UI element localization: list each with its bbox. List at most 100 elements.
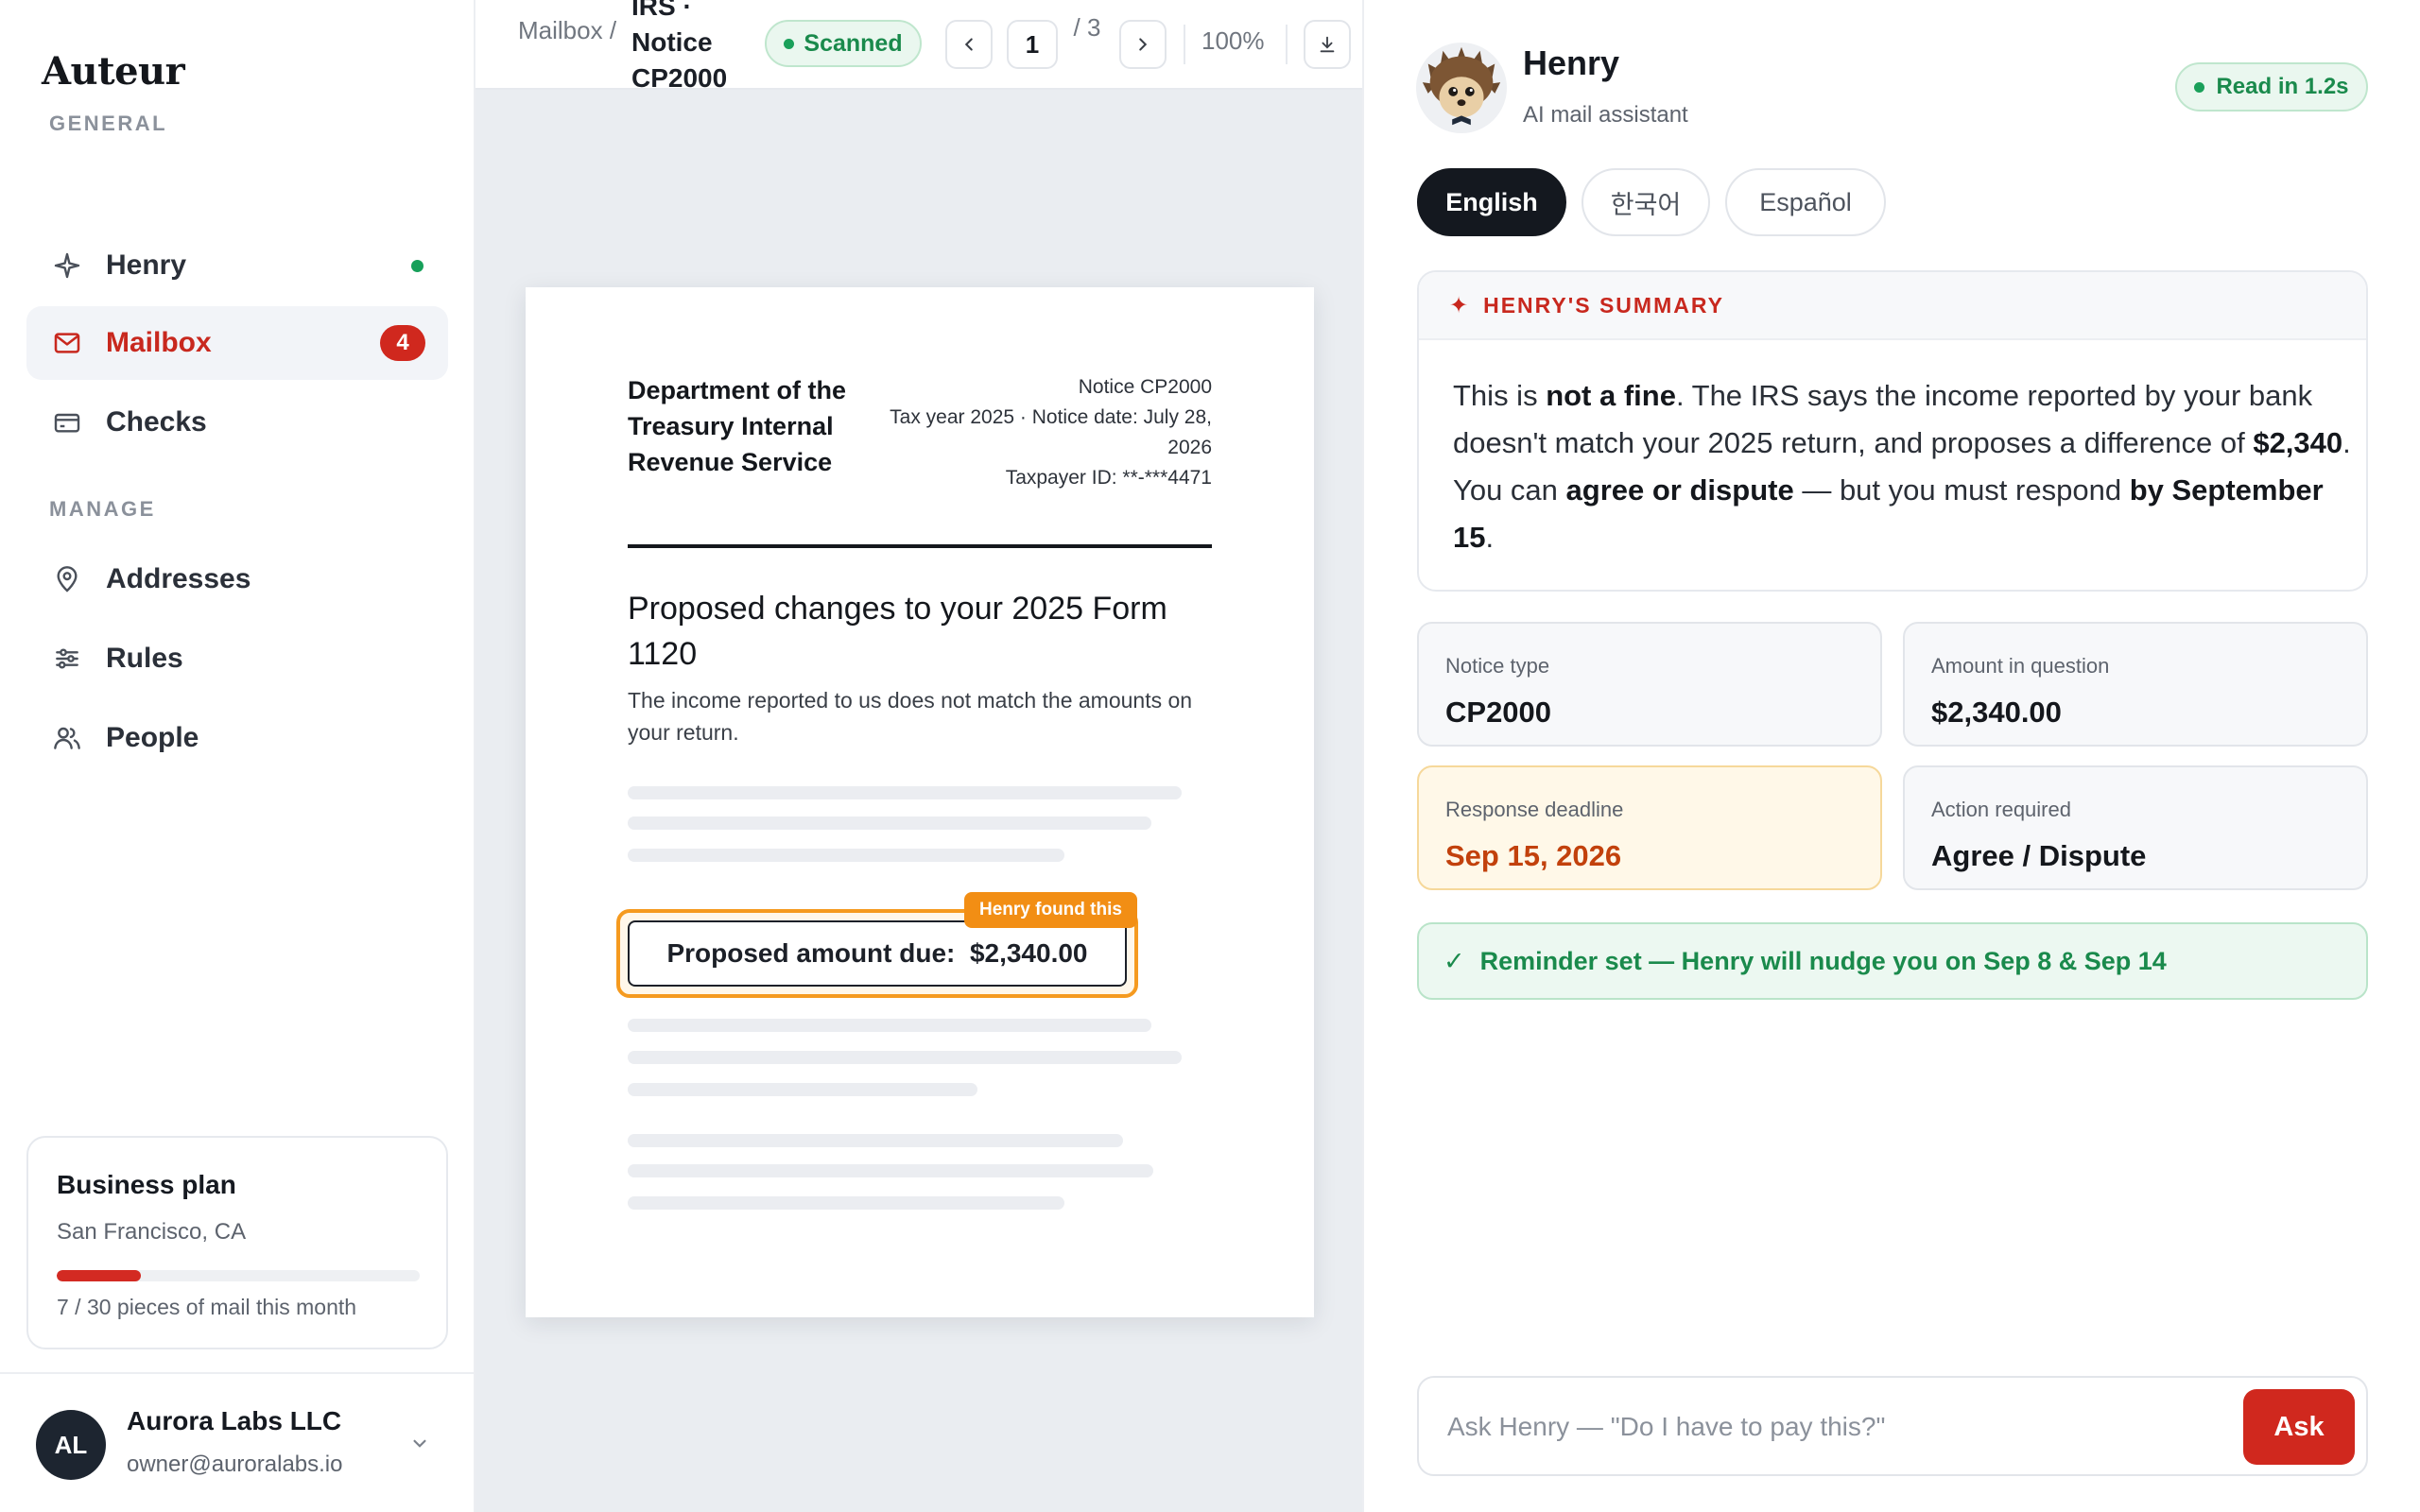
notice-tax-year: Tax year 2025 · Notice date: July 28, 20… [890, 406, 1212, 458]
redacted-line [628, 1164, 1153, 1177]
ask-button[interactable]: Ask [2243, 1389, 2355, 1465]
sidebar-item-addresses[interactable]: Addresses [26, 542, 448, 616]
fact-label: Response deadline [1445, 798, 1624, 821]
fact-label: Amount in question [1931, 654, 2110, 678]
zoom-level[interactable]: 100% [1201, 26, 1265, 56]
sliders-icon [51, 643, 83, 675]
summary-text: This is not a fine. The IRS says the inc… [1453, 379, 2351, 554]
plan-usage-bar [57, 1270, 420, 1281]
fact-response-deadline: Response deadline Sep 15, 2026 [1417, 765, 1882, 890]
fact-value: CP2000 [1445, 696, 1552, 729]
toolbar-divider [1286, 25, 1288, 64]
sidebar-item-mailbox[interactable]: Mailbox 4 [26, 306, 448, 380]
amount-due-value: $2,340.00 [969, 938, 1088, 968]
page-total: / 3 [1073, 13, 1101, 42]
sidebar-item-label: Addresses [106, 563, 251, 594]
document-subheading: The income reported to us does not match… [628, 688, 1193, 745]
account-email: owner@auroralabs.io [127, 1452, 343, 1477]
document-divider [628, 544, 1212, 548]
status-dot [784, 38, 795, 49]
fact-label: Notice type [1445, 654, 1550, 678]
next-page-button[interactable] [1119, 20, 1167, 69]
card-icon [51, 406, 83, 438]
section-label-manage: MANAGE [49, 497, 156, 521]
plan-usage-text: 7 / 30 pieces of mail this month [57, 1295, 357, 1319]
sidebar-item-checks[interactable]: Checks [26, 386, 448, 459]
ask-input[interactable] [1447, 1400, 2185, 1453]
document-sender: Department of the Treasury Internal Reve… [628, 376, 847, 476]
redacted-line [628, 849, 1064, 862]
redacted-line [628, 786, 1182, 799]
sidebar: Auteur GENERAL Henry Mailbox 4 Checks MA… [0, 0, 475, 1512]
people-icon [51, 722, 83, 754]
language-korean-button[interactable]: 한국어 [1582, 168, 1710, 236]
document-page: Department of the Treasury Internal Reve… [526, 287, 1314, 1317]
redacted-line [628, 816, 1151, 830]
language-english-button[interactable]: English [1417, 168, 1566, 236]
reminder-text: Reminder set — Henry will nudge you on S… [1479, 946, 2167, 975]
fact-amount-in-question: Amount in question $2,340.00 [1903, 622, 2368, 747]
notice-taxpayer-id: Taxpayer ID: **-***4471 [1005, 467, 1212, 489]
download-icon [1320, 36, 1335, 53]
account-switcher[interactable]: AL Aurora Labs LLC owner@auroralabs.io [0, 1372, 474, 1512]
hedgehog-avatar-icon [1415, 42, 1508, 134]
document-heading: Proposed changes to your 2025 Form 1120 [628, 591, 1167, 672]
amount-due-label: Proposed amount due: [666, 938, 956, 968]
breadcrumb-current: IRS · Notice CP2000 [631, 0, 728, 93]
amount-due-box: Proposed amount due: $2,340.00 [628, 920, 1127, 987]
summary-card: ✦ HENRY'S SUMMARY This is not a fine. Th… [1417, 270, 2368, 592]
sidebar-item-people[interactable]: People [26, 701, 448, 775]
sparkle-icon [51, 249, 83, 282]
avatar: AL [36, 1410, 106, 1480]
redacted-line [628, 1019, 1151, 1032]
notice-number: Notice CP2000 [1078, 376, 1212, 398]
section-label-general: GENERAL [49, 112, 168, 135]
plan-usage-fill [57, 1270, 142, 1281]
read-time-label: Read in 1.2s [2216, 74, 2349, 99]
mail-icon [51, 327, 83, 359]
sidebar-item-label: Rules [106, 643, 183, 674]
map-pin-icon [51, 563, 83, 595]
assistant-panel: Henry AI mail assistant Read in 1.2s Eng… [1362, 0, 2420, 1512]
redacted-line [628, 1196, 1064, 1210]
chevron-down-icon[interactable] [407, 1431, 432, 1455]
plan-card[interactable]: Business plan San Francisco, CA 7 / 30 p… [26, 1136, 448, 1349]
fact-value: $2,340.00 [1931, 696, 2062, 729]
online-status-dot [411, 260, 424, 272]
ask-composer: Ask [1417, 1376, 2368, 1476]
fact-label: Action required [1931, 798, 2071, 821]
sidebar-item-henry[interactable]: Henry [26, 229, 448, 302]
account-name: Aurora Labs LLC [127, 1406, 342, 1435]
document-meta: Notice CP2000 Tax year 2025 · Notice dat… [862, 372, 1212, 493]
status-dot [2194, 81, 2205, 93]
fact-notice-type: Notice type CP2000 [1417, 622, 1882, 747]
fact-action-required: Action required Agree / Dispute [1903, 765, 2368, 890]
sidebar-item-label: Checks [106, 406, 207, 438]
summary-title: HENRY'S SUMMARY [1483, 292, 1724, 318]
sparkle-icon: ✦ [1449, 292, 1469, 318]
previous-page-button[interactable] [945, 20, 993, 69]
fact-value: Agree / Dispute [1931, 839, 2147, 872]
sidebar-item-label: People [106, 722, 199, 753]
assistant-name: Henry [1523, 43, 1620, 82]
reminder-banner: ✓ Reminder set — Henry will nudge you on… [1417, 922, 2368, 1000]
language-spanish-button[interactable]: Español [1725, 168, 1886, 236]
viewer-toolbar: Mailbox / IRS · Notice CP2000 Scanned 1 … [475, 0, 1362, 93]
sidebar-item-rules[interactable]: Rules [26, 622, 448, 696]
status-label: Scanned [804, 29, 903, 57]
page-number-input[interactable]: 1 [1007, 20, 1058, 69]
chevron-right-icon [1139, 38, 1148, 51]
fact-value: Sep 15, 2026 [1445, 839, 1622, 872]
toolbar-divider [1184, 25, 1185, 64]
status-badge: Scanned [765, 20, 922, 67]
sidebar-item-label: Mailbox [106, 327, 212, 358]
app-logo[interactable]: Auteur [42, 49, 185, 94]
henry-found-tag: Henry found this [964, 892, 1137, 928]
unread-count-badge: 4 [380, 325, 425, 361]
plan-location: San Francisco, CA [57, 1219, 247, 1245]
sidebar-item-label: Henry [106, 249, 187, 281]
download-button[interactable] [1304, 20, 1351, 69]
breadcrumb-root[interactable]: Mailbox / [518, 11, 622, 49]
read-time-badge: Read in 1.2s [2175, 62, 2368, 112]
redacted-line [628, 1051, 1182, 1064]
